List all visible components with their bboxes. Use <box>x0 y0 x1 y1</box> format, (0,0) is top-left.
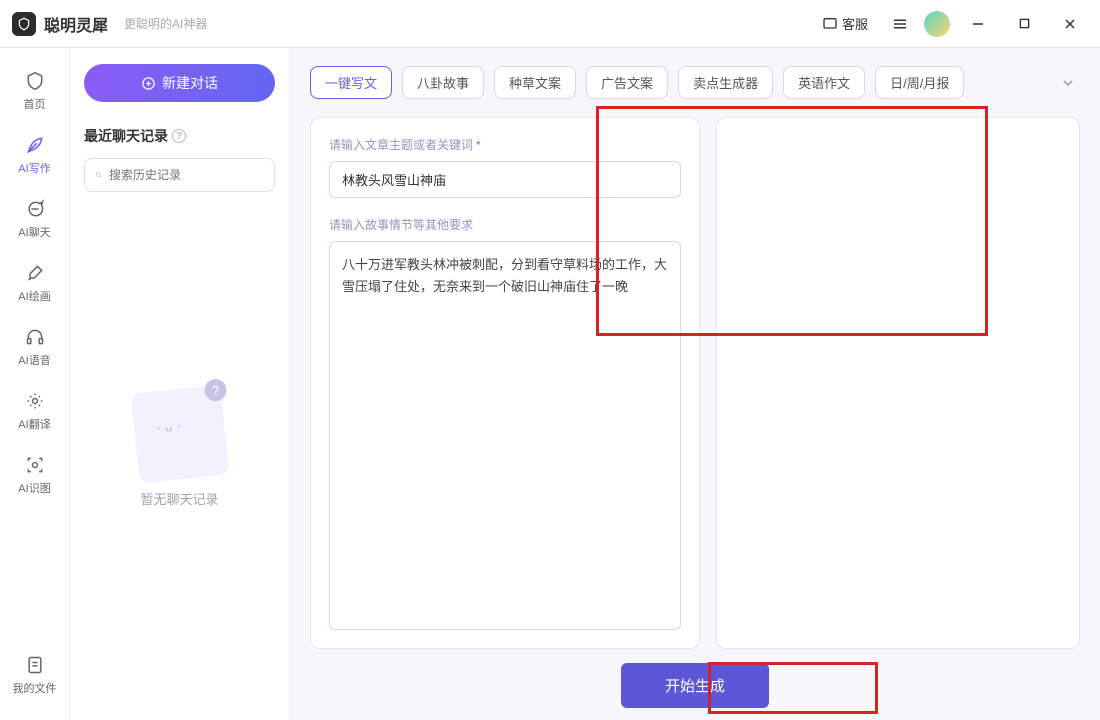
empty-text: 暂无聊天记录 <box>140 489 218 508</box>
tab-reports[interactable]: 日/周/月报 <box>875 66 964 99</box>
app-logo: 聪明灵犀 <box>12 12 108 36</box>
logo-icon <box>12 12 36 36</box>
feather-icon <box>24 134 46 156</box>
history-search[interactable] <box>84 158 275 192</box>
main-area: 一键写文 八卦故事 种草文案 广告文案 卖点生成器 英语作文 日/周/月报 请输… <box>290 48 1100 720</box>
template-tabs: 一键写文 八卦故事 种草文案 广告文案 卖点生成器 英语作文 日/周/月报 <box>310 66 1080 99</box>
app-header: 聪明灵犀 更聪明的AI神器 客服 <box>0 0 1100 48</box>
user-avatar[interactable] <box>924 11 950 37</box>
new-chat-button[interactable]: 新建对话 <box>84 64 275 102</box>
minimize-icon <box>972 18 984 30</box>
nav-sidebar: 首页 AI写作 AI聊天 AI绘画 AI语音 <box>0 48 70 720</box>
tabs-expand-button[interactable] <box>1056 71 1080 95</box>
nav-label: AI写作 <box>18 160 50 176</box>
window-close-button[interactable] <box>1052 10 1088 38</box>
customer-service-label: 客服 <box>842 14 868 33</box>
new-chat-label: 新建对话 <box>162 73 218 93</box>
chat-history-column: 新建对话 最近聊天记录 ? · ᴗ · 暂无聊天记录 <box>70 48 290 720</box>
nav-ai-image-recognition[interactable]: AI识图 <box>5 446 65 504</box>
nav-ai-chat[interactable]: AI聊天 <box>5 190 65 248</box>
search-icon <box>95 168 103 182</box>
nav-ai-draw[interactable]: AI绘画 <box>5 254 65 312</box>
nav-ai-translate[interactable]: AI翻译 <box>5 382 65 440</box>
topic-field-label: 请输入文章主题或者关键词* <box>329 136 681 153</box>
menu-button[interactable] <box>886 10 914 38</box>
close-icon <box>1064 18 1076 30</box>
window-minimize-button[interactable] <box>960 10 996 38</box>
customer-service-button[interactable]: 客服 <box>814 10 876 37</box>
app-title: 聪明灵犀 <box>44 12 108 36</box>
tab-gossip-story[interactable]: 八卦故事 <box>402 66 484 99</box>
home-icon <box>24 70 46 92</box>
tab-ad-copy[interactable]: 广告文案 <box>586 66 668 99</box>
nav-my-files[interactable]: 我的文件 <box>5 646 65 704</box>
nav-ai-writing[interactable]: AI写作 <box>5 126 65 184</box>
hamburger-icon <box>891 15 909 33</box>
brush-icon <box>24 262 46 284</box>
chat-icon <box>24 198 46 220</box>
topic-input[interactable] <box>329 161 681 198</box>
tab-selling-point[interactable]: 卖点生成器 <box>678 66 773 99</box>
nav-label: AI语音 <box>18 352 50 368</box>
recent-chats-label: 最近聊天记录 ? <box>84 126 275 146</box>
generate-button[interactable]: 开始生成 <box>621 663 769 708</box>
nav-label: 首页 <box>24 96 46 112</box>
translate-icon <box>24 390 46 412</box>
window-maximize-button[interactable] <box>1006 10 1042 38</box>
tab-one-click-write[interactable]: 一键写文 <box>310 66 392 99</box>
details-textarea[interactable] <box>329 241 681 630</box>
nav-label: AI翻译 <box>18 416 50 432</box>
details-field-label: 请输入故事情节等其他要求 <box>329 216 681 233</box>
nav-home[interactable]: 首页 <box>5 62 65 120</box>
file-icon <box>24 654 46 676</box>
nav-label: 我的文件 <box>13 680 57 696</box>
scan-icon <box>24 454 46 476</box>
input-form-panel: 请输入文章主题或者关键词* 请输入故事情节等其他要求 <box>310 117 700 649</box>
plus-circle-icon <box>141 76 156 91</box>
history-search-input[interactable] <box>109 168 264 182</box>
chat-history-empty: · ᴗ · 暂无聊天记录 <box>84 192 275 704</box>
nav-label: AI绘画 <box>18 288 50 304</box>
nav-label: AI聊天 <box>18 224 50 240</box>
nav-label: AI识图 <box>18 480 50 496</box>
headphones-icon <box>24 326 46 348</box>
maximize-icon <box>1019 18 1030 29</box>
output-panel <box>716 117 1080 649</box>
chevron-down-icon <box>1060 75 1076 91</box>
nav-ai-voice[interactable]: AI语音 <box>5 318 65 376</box>
help-icon[interactable]: ? <box>172 129 186 143</box>
empty-illustration: · ᴗ · <box>130 384 229 483</box>
tagline: 更聪明的AI神器 <box>124 15 207 32</box>
tab-english-essay[interactable]: 英语作文 <box>783 66 865 99</box>
chat-bubble-icon <box>822 16 838 32</box>
tab-seeding-copy[interactable]: 种草文案 <box>494 66 576 99</box>
